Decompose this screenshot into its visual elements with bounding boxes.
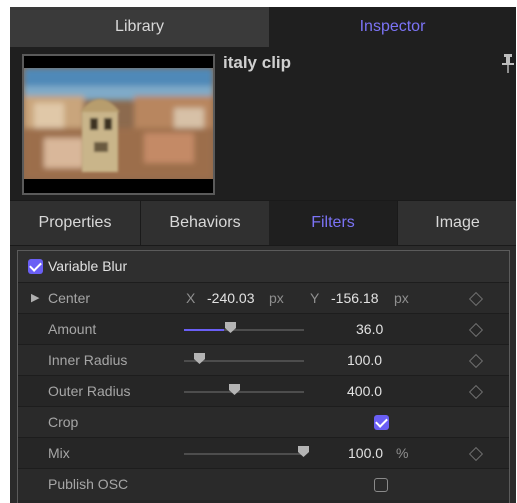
- inner-radius-value[interactable]: 100.0: [347, 345, 382, 376]
- filter-header-row: Variable Blur: [18, 251, 509, 282]
- param-label-inner-radius: Inner Radius: [48, 352, 128, 368]
- keyframe-diamond-icon[interactable]: [468, 291, 484, 307]
- amount-slider-track[interactable]: [184, 329, 304, 331]
- param-label-amount: Amount: [48, 321, 97, 337]
- keyframe-diamond-icon[interactable]: [468, 353, 484, 369]
- tab-filters[interactable]: Filters: [269, 201, 397, 245]
- clip-header: italy clip: [10, 47, 516, 200]
- publish-osc-checkbox[interactable]: [374, 478, 388, 492]
- param-label-publish-osc: Publish OSC: [48, 476, 129, 492]
- mix-value[interactable]: 100.0: [348, 438, 383, 469]
- mix-slider-track[interactable]: [184, 453, 304, 455]
- inspector-sub-tabs: Properties Behaviors Filters Image: [10, 200, 516, 246]
- clip-thumbnail: [22, 54, 215, 195]
- param-row-center: ▶ Center X -240.03 px Y -156.18 px: [18, 282, 509, 314]
- outer-radius-slider-track[interactable]: [184, 391, 304, 393]
- tab-inspector[interactable]: Inspector: [269, 7, 516, 47]
- outer-radius-slider-thumb[interactable]: [229, 384, 240, 395]
- param-label-center: Center: [48, 290, 91, 306]
- outer-radius-value[interactable]: 400.0: [347, 376, 382, 407]
- center-y-value[interactable]: -156.18: [331, 283, 378, 314]
- tab-properties[interactable]: Properties: [10, 201, 140, 245]
- filter-enable-checkbox[interactable]: [28, 259, 43, 274]
- pin-icon[interactable]: [502, 53, 514, 80]
- clip-thumbnail-image: [24, 68, 213, 179]
- keyframe-diamond-icon[interactable]: [468, 446, 484, 462]
- mix-unit: %: [396, 445, 409, 461]
- clip-name: italy clip: [223, 53, 292, 72]
- center-x-label: X: [186, 290, 196, 306]
- amount-value[interactable]: 36.0: [356, 314, 383, 345]
- top-tab-bar: Library Inspector: [10, 7, 516, 47]
- disclosure-triangle-icon[interactable]: ▶: [31, 283, 39, 314]
- amount-slider-fill: [184, 329, 224, 331]
- center-x-unit: px: [269, 290, 284, 306]
- param-row-publish-osc: Publish OSC: [18, 468, 509, 500]
- tab-library[interactable]: Library: [10, 7, 269, 47]
- variable-blur-filter-group: Variable Blur ▶ Center X -240.03 px Y -1…: [17, 250, 510, 503]
- mix-slider-thumb[interactable]: [298, 446, 309, 457]
- param-row-amount: Amount 36.0: [18, 313, 509, 345]
- param-row-mix: Mix 100.0 %: [18, 437, 509, 469]
- tab-image[interactable]: Image: [397, 201, 516, 245]
- keyframe-diamond-icon[interactable]: [468, 384, 484, 400]
- param-row-inner-radius: Inner Radius 100.0: [18, 344, 509, 376]
- param-label-mix: Mix: [48, 445, 70, 461]
- tab-behaviors[interactable]: Behaviors: [140, 201, 269, 245]
- param-row-outer-radius: Outer Radius 400.0: [18, 375, 509, 407]
- param-label-crop: Crop: [48, 414, 79, 430]
- param-row-crop: Crop: [18, 406, 509, 438]
- keyframe-diamond-icon[interactable]: [468, 322, 484, 338]
- crop-checkbox[interactable]: [374, 415, 389, 430]
- param-label-outer-radius: Outer Radius: [48, 383, 131, 399]
- center-y-label: Y: [310, 290, 320, 306]
- center-x-value[interactable]: -240.03: [207, 283, 254, 314]
- inspector-panel: Library Inspector italy clip Properties …: [10, 7, 516, 503]
- inner-radius-slider-thumb[interactable]: [194, 353, 205, 364]
- filter-name: Variable Blur: [48, 258, 128, 274]
- center-y-unit: px: [394, 290, 409, 306]
- amount-slider-thumb[interactable]: [225, 322, 236, 333]
